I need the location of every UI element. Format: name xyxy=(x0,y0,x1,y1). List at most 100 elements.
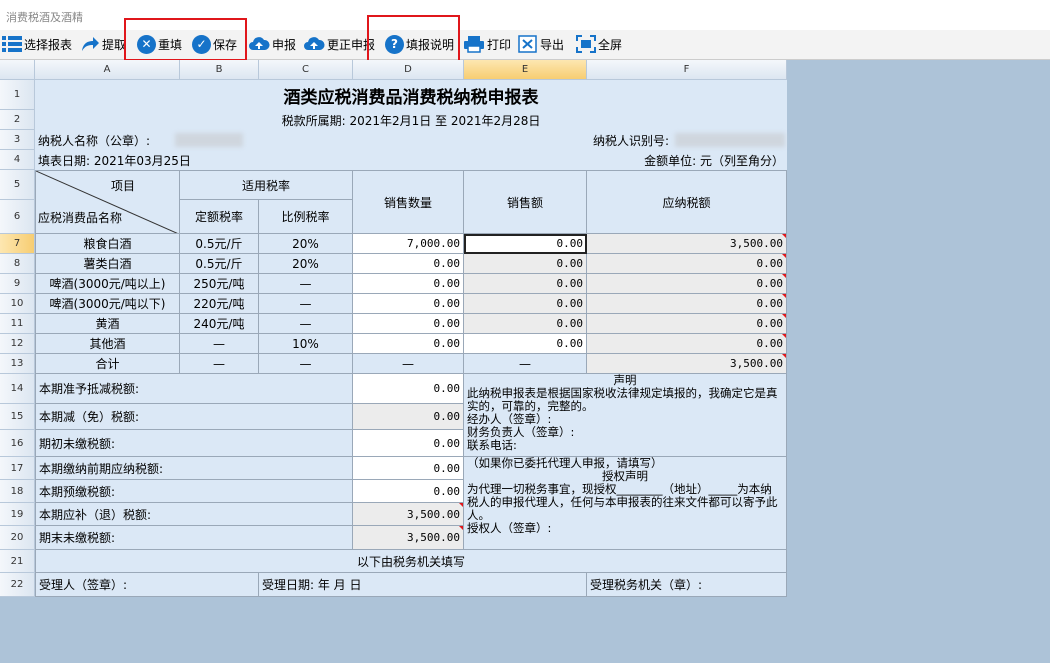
cloud-upload-icon xyxy=(303,35,325,53)
header-sales-amount: 销售额 xyxy=(464,170,587,234)
sales-amount-input[interactable]: 0.00 xyxy=(464,334,587,354)
exempt-tax-input[interactable]: 0.00 xyxy=(353,404,464,430)
quantity-input[interactable]: 0.00 xyxy=(353,294,464,314)
row-header[interactable]: 19 xyxy=(0,503,35,526)
share-arrow-icon xyxy=(80,35,100,53)
quantity-input[interactable]: 0.00 xyxy=(353,334,464,354)
closing-unpaid-value: 3,500.00 xyxy=(353,526,464,550)
sales-amount-input[interactable]: 0.00 xyxy=(464,234,587,254)
header-fixed-rate: 定额税率 xyxy=(180,200,259,234)
contact-phone: 联系电话: xyxy=(467,438,517,452)
tax-payable-cell: 0.00 xyxy=(587,294,787,314)
goods-name-cell: 啤酒(3000元/吨以下) xyxy=(35,294,180,314)
row-header[interactable]: 4 xyxy=(0,150,35,170)
opening-unpaid-label: 期初未缴税额: xyxy=(35,430,353,457)
sales-amount-input[interactable]: 0.00 xyxy=(464,274,587,294)
row-header[interactable]: 22 xyxy=(0,573,35,597)
authorization-text: 为代理一切税务事宜，现授权________（地址）_____为本纳税人的申报代理… xyxy=(467,482,778,522)
printer-icon xyxy=(463,35,485,53)
declaration-box: 声明 此纳税申报表是根据国家税收法律规定填报的，我确定它是真实的，可靠的，完整的… xyxy=(464,374,787,457)
total-quantity: — xyxy=(353,354,464,374)
row-header[interactable]: 7 xyxy=(0,234,35,254)
goods-name-cell: 啤酒(3000元/吨以上) xyxy=(35,274,180,294)
header-tax-payable: 应纳税额 xyxy=(587,170,787,234)
total-label: 合计 xyxy=(35,354,180,374)
exempt-tax-label: 本期减（免）税额: xyxy=(35,404,353,430)
select-all-corner[interactable] xyxy=(0,60,35,80)
export-button[interactable]: 导出 xyxy=(518,33,564,55)
fixed-rate-cell: 240元/吨 xyxy=(180,314,259,334)
row-header[interactable]: 1 xyxy=(0,80,35,110)
row-header[interactable]: 13 xyxy=(0,354,35,374)
total-sales-amount: — xyxy=(464,354,587,374)
fixed-rate-cell: — xyxy=(180,334,259,354)
goods-name-cell: 薯类白酒 xyxy=(35,254,180,274)
header-diagonal-cell: 项目 应税消费品名称 xyxy=(35,170,180,234)
comment-marker xyxy=(782,294,786,298)
prior-period-paid-label: 本期缴纳前期应纳税额: xyxy=(35,457,353,480)
row-header[interactable]: 11 xyxy=(0,314,35,334)
column-header-d[interactable]: D xyxy=(353,60,464,80)
comment-marker xyxy=(459,503,463,507)
deductible-tax-input[interactable]: 0.00 xyxy=(353,374,464,404)
row-header[interactable]: 21 xyxy=(0,550,35,573)
column-header-e[interactable]: E xyxy=(464,60,587,80)
fixed-rate-cell: 250元/吨 xyxy=(180,274,259,294)
row-header[interactable]: 16 xyxy=(0,430,35,457)
print-button[interactable]: 打印 xyxy=(463,33,511,55)
prepaid-tax-input[interactable]: 0.00 xyxy=(353,480,464,503)
row-header[interactable]: 18 xyxy=(0,480,35,503)
redacted-taxpayer-id xyxy=(675,133,785,147)
row-header[interactable]: 10 xyxy=(0,294,35,314)
row-header[interactable]: 2 xyxy=(0,110,35,130)
row-header[interactable]: 8 xyxy=(0,254,35,274)
ratio-rate-cell: 20% xyxy=(259,234,353,254)
row-header[interactable]: 17 xyxy=(0,457,35,480)
column-header-b[interactable]: B xyxy=(180,60,259,80)
column-header-f[interactable]: F xyxy=(587,60,787,80)
sales-amount-input[interactable]: 0.00 xyxy=(464,254,587,274)
quantity-input[interactable]: 0.00 xyxy=(353,314,464,334)
comment-marker xyxy=(782,254,786,258)
row-header[interactable]: 15 xyxy=(0,404,35,430)
comment-marker xyxy=(782,234,786,238)
receive-date: 受理日期: 年 月 日 xyxy=(259,573,587,597)
correct-declare-button[interactable]: 更正申报 xyxy=(303,33,375,55)
fetch-label: 提取 xyxy=(102,37,127,52)
tax-office-section-title: 以下由税务机关填写 xyxy=(35,550,787,573)
comment-marker xyxy=(782,314,786,318)
row-header[interactable]: 6 xyxy=(0,200,35,234)
column-header-c[interactable]: C xyxy=(259,60,353,80)
row-header[interactable]: 3 xyxy=(0,130,35,150)
taxpayer-id-label: 纳税人识别号: xyxy=(593,133,670,148)
fixed-rate-cell: 0.5元/斤 xyxy=(180,254,259,274)
sales-amount-input[interactable]: 0.00 xyxy=(464,294,587,314)
prior-period-paid-input[interactable]: 0.00 xyxy=(353,457,464,480)
row-header[interactable]: 20 xyxy=(0,526,35,550)
redacted-taxpayer-name xyxy=(175,133,243,147)
receiving-tax-office: 受理税务机关（章）: xyxy=(587,573,787,597)
fullscreen-label: 全屏 xyxy=(598,37,623,52)
quantity-input[interactable]: 7,000.00 xyxy=(353,234,464,254)
prepaid-tax-label: 本期预缴税额: xyxy=(35,480,353,503)
supplement-refund-value: 3,500.00 xyxy=(353,503,464,526)
cloud-upload-icon xyxy=(248,35,270,53)
opening-unpaid-input[interactable]: 0.00 xyxy=(353,430,464,457)
sales-amount-input[interactable]: 0.00 xyxy=(464,314,587,334)
supplement-refund-label: 本期应补（退）税额: xyxy=(35,503,353,526)
column-header-a[interactable]: A xyxy=(35,60,180,80)
fullscreen-button[interactable]: 全屏 xyxy=(576,33,622,55)
declare-button[interactable]: 申报 xyxy=(248,33,296,55)
row-header[interactable]: 5 xyxy=(0,170,35,200)
fixed-rate-cell: 220元/吨 xyxy=(180,294,259,314)
row-header[interactable]: 14 xyxy=(0,374,35,404)
fetch-button[interactable]: 提取 xyxy=(80,33,126,55)
quantity-input[interactable]: 0.00 xyxy=(353,274,464,294)
row-header[interactable]: 9 xyxy=(0,274,35,294)
amount-unit: 金额单位: 元（列至角分） xyxy=(644,153,784,168)
receiver-signature: 受理人（签章）: xyxy=(35,573,259,597)
quantity-input[interactable]: 0.00 xyxy=(353,254,464,274)
row-header[interactable]: 12 xyxy=(0,334,35,354)
header-goods-name: 应税消费品名称 xyxy=(38,211,123,225)
select-form-button[interactable]: 选择报表 xyxy=(2,33,72,55)
